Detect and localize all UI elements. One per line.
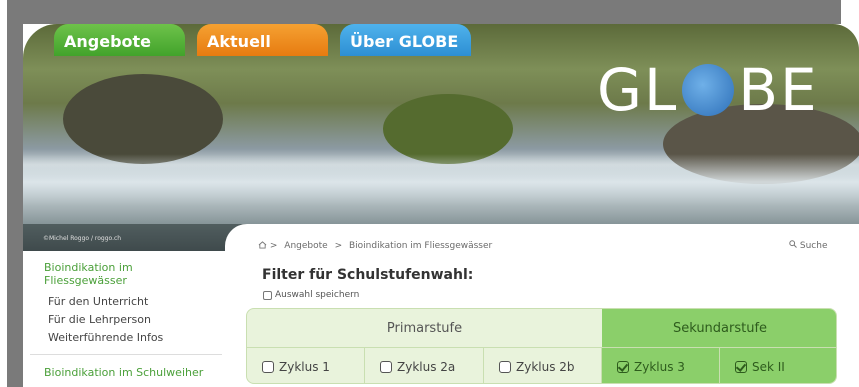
sidebar-link-infos[interactable]: Weiterführende Infos <box>48 331 163 344</box>
globe-logo[interactable]: GL BE <box>597 60 819 120</box>
group-primarstufe: Primarstufe <box>386 320 463 336</box>
breadcrumb: > Angebote > Bioindikation im Fliessgewä… <box>258 240 496 251</box>
option-label: Zyklus 3 <box>634 359 685 374</box>
photo-credit: ©Michel Roggo / roggo.ch <box>43 235 122 242</box>
save-selection-label: Auswahl speichern <box>275 290 360 300</box>
sidebar-section-title-2[interactable]: Bioindikation im Schulweiher <box>44 366 203 379</box>
hero-rock <box>63 74 223 164</box>
checkbox-icon <box>262 360 274 373</box>
option-sek-ii[interactable]: Sek II <box>720 347 836 383</box>
level-filter-table: Primarstufe Sekundarstufe Zyklus 1 Zyklu… <box>246 308 837 384</box>
checkbox-checked-icon <box>617 360 629 373</box>
breadcrumb-separator: > <box>269 241 278 251</box>
home-icon[interactable] <box>258 241 267 249</box>
search-button[interactable]: Suche <box>789 240 827 251</box>
filter-title: Filter für Schulstufenwahl: <box>262 267 474 283</box>
search-icon <box>789 240 797 248</box>
checkbox-checked-icon <box>735 360 747 373</box>
sidebar-divider <box>30 354 222 355</box>
logo-text-right: BE <box>738 56 819 124</box>
sidebar-link-unterricht[interactable]: Für den Unterricht <box>48 295 148 308</box>
checkbox-icon <box>263 290 272 300</box>
breadcrumb-separator: > <box>334 241 343 251</box>
tab-aktuell[interactable]: Aktuell <box>197 24 328 56</box>
option-zyklus-2a[interactable]: Zyklus 2a <box>365 347 484 383</box>
option-label: Zyklus 2a <box>397 359 456 374</box>
hero-water <box>23 154 859 224</box>
tab-ueber-globe[interactable]: Über GLOBE <box>340 24 471 56</box>
logo-text-left: GL <box>597 56 679 124</box>
option-label: Zyklus 1 <box>279 359 330 374</box>
option-zyklus-2b[interactable]: Zyklus 2b <box>484 347 602 383</box>
hero-banner: ©Michel Roggo / roggo.ch <box>23 24 859 251</box>
option-zyklus-3[interactable]: Zyklus 3 <box>602 347 720 383</box>
group-sekundarstufe: Sekundarstufe <box>602 309 836 347</box>
tab-angebote[interactable]: Angebote <box>54 24 185 56</box>
window-frame-left <box>7 0 23 387</box>
option-zyklus-1[interactable]: Zyklus 1 <box>247 347 365 383</box>
checkbox-icon <box>380 360 392 373</box>
checkbox-icon <box>499 360 511 373</box>
save-selection-checkbox[interactable]: Auswahl speichern <box>263 290 359 300</box>
sidebar-section-title[interactable]: Bioindikation im Fliessgewässer <box>44 261 194 287</box>
option-label: Sek II <box>752 359 785 374</box>
breadcrumb-item-angebote[interactable]: Angebote <box>284 241 327 251</box>
option-label: Zyklus 2b <box>516 359 575 374</box>
breadcrumb-item-current: Bioindikation im Fliessgewässer <box>349 241 493 251</box>
search-label: Suche <box>799 241 828 251</box>
sidebar-link-lehrperson[interactable]: Für die Lehrperson <box>48 313 151 326</box>
globe-icon <box>682 63 735 116</box>
window-frame-top <box>7 0 841 24</box>
